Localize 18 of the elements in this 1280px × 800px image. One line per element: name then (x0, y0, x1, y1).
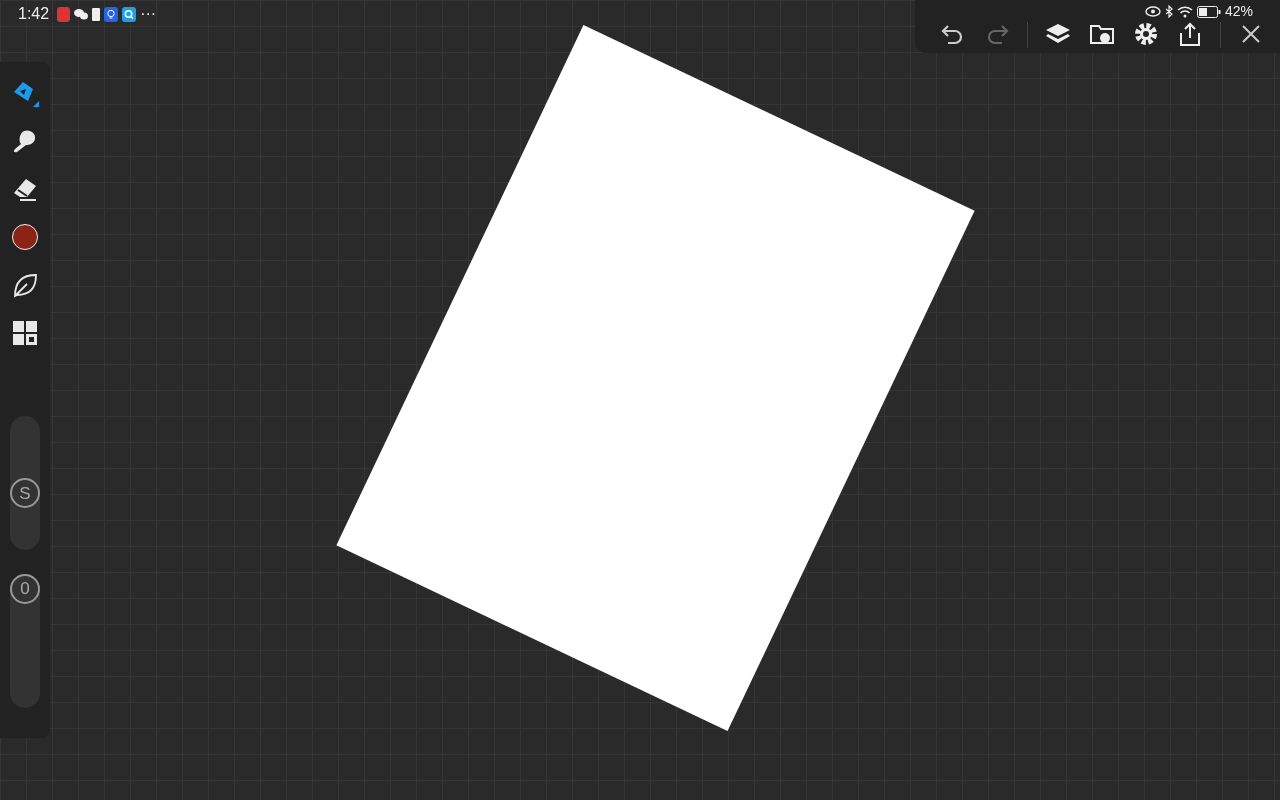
search-app-icon (122, 6, 137, 22)
more-notifications: ··· (140, 4, 157, 24)
slider-thumb[interactable]: S (10, 478, 40, 509)
chat-bubbles-icon (74, 8, 89, 20)
settings-button[interactable] (1132, 20, 1160, 48)
battery-percentage: 42% (1225, 2, 1254, 21)
battery-saver-icon (92, 7, 101, 21)
status-time: 1:42 (18, 4, 50, 24)
gallery-tool[interactable] (10, 318, 40, 348)
lightbulb-app-icon (104, 6, 119, 22)
slider-thumb[interactable]: 0 (10, 574, 40, 604)
wifi-icon (1177, 5, 1193, 18)
bluetooth-icon (1165, 5, 1173, 18)
slider-track[interactable]: S (10, 416, 40, 550)
app-notification-icon (57, 6, 71, 22)
slider-track[interactable]: 0 (10, 574, 40, 708)
eye-icon (1145, 6, 1161, 17)
battery-icon (1197, 5, 1221, 18)
